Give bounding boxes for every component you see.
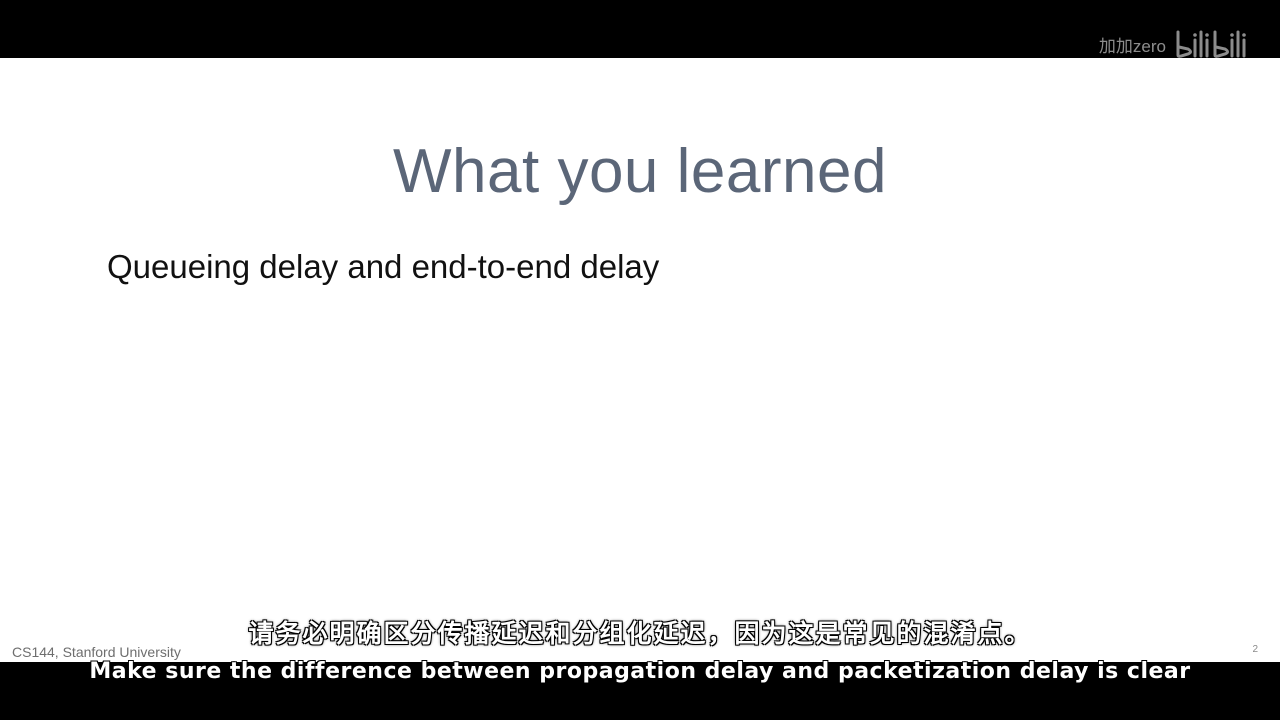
- video-frame: 加加zero What you learned Queueing delay a…: [0, 0, 1280, 720]
- bilibili-logo-icon: [1176, 30, 1246, 58]
- subtitle-chinese: 请务必明确区分传播延迟和分组化延迟，因为这是常见的混淆点。: [248, 619, 1032, 648]
- subtitle-english: Make sure the difference between propaga…: [89, 659, 1191, 684]
- watermark-text: 加加zero: [1098, 36, 1166, 56]
- watermark: 加加zero: [1099, 28, 1266, 60]
- presentation-slide: What you learned Queueing delay and end-…: [0, 58, 1280, 662]
- slide-bullet: Queueing delay and end-to-end delay: [107, 248, 660, 285]
- slide-title: What you learned: [393, 137, 887, 206]
